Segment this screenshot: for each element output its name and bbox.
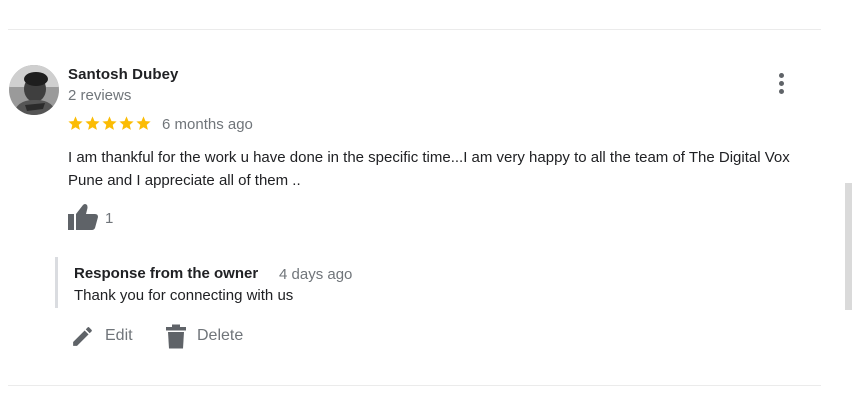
reviewer-review-count: 2 reviews	[68, 87, 132, 104]
pencil-icon	[73, 326, 92, 346]
top-divider	[8, 29, 821, 30]
star-icon	[84, 115, 101, 132]
thumb-up-icon	[68, 204, 98, 230]
like-count: 1	[105, 210, 114, 227]
star-icon	[135, 115, 152, 132]
reviewer-name[interactable]: Santosh Dubey	[68, 66, 178, 83]
star-rating	[67, 113, 152, 133]
star-icon	[118, 115, 135, 132]
owner-response-date: 4 days ago	[279, 266, 353, 283]
delete-button[interactable]: Delete	[165, 322, 243, 350]
owner-response-text: Thank you for connecting with us	[74, 287, 294, 304]
edit-label: Edit	[105, 327, 133, 344]
bottom-divider	[8, 385, 821, 386]
owner-response: Response from the owner 4 days ago Thank…	[55, 257, 555, 308]
avatar[interactable]	[9, 65, 59, 115]
edit-button[interactable]: Edit	[70, 322, 133, 350]
review-card: Santosh Dubey 2 reviews 6 months ago I a…	[0, 0, 852, 420]
review-text: I am thankful for the work u have done i…	[68, 149, 790, 189]
star-icon	[101, 115, 118, 132]
star-icon	[67, 115, 84, 132]
trash-icon	[166, 324, 186, 348]
scrollbar[interactable]	[845, 183, 852, 310]
owner-response-title: Response from the owner	[74, 265, 259, 282]
more-options-button[interactable]	[768, 70, 794, 96]
review-date: 6 months ago	[162, 116, 253, 133]
like-button[interactable]	[67, 202, 99, 232]
delete-label: Delete	[197, 327, 244, 344]
more-vert-icon	[778, 72, 784, 78]
